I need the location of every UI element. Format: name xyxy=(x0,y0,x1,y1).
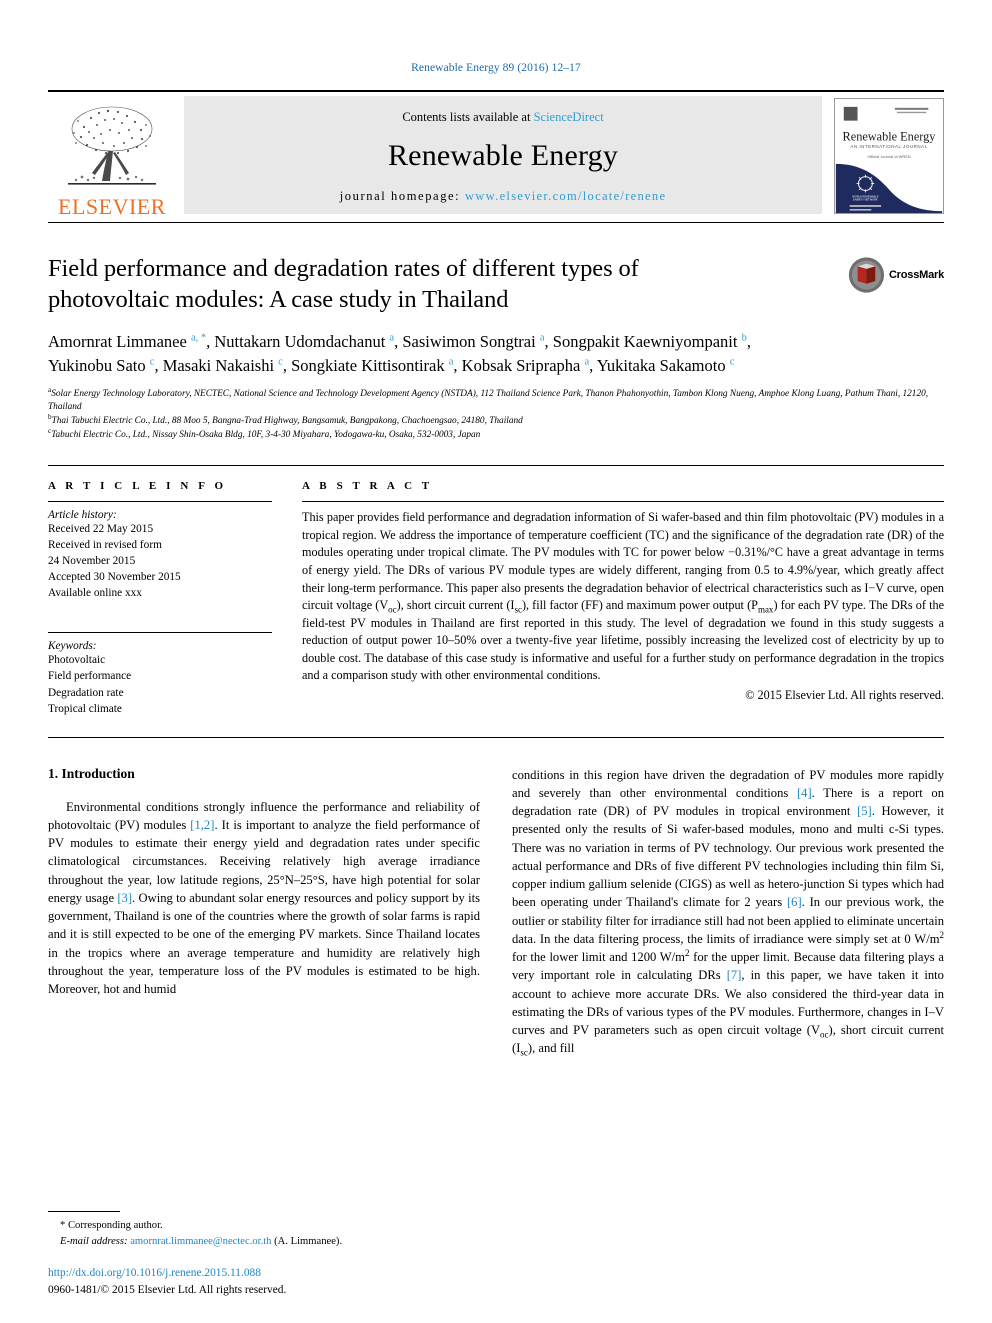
history-line: Received 22 May 2015 xyxy=(48,523,154,536)
history-line: Available online xxx xyxy=(48,587,142,600)
svg-text:Official Journal of WREN: Official Journal of WREN xyxy=(867,154,910,159)
info-abstract-section: A R T I C L E I N F O Article history: R… xyxy=(48,465,944,716)
abstract-heading: A B S T R A C T xyxy=(302,480,433,493)
crossmark-icon xyxy=(848,257,885,293)
intro-paragraph-right: conditions in this region have driven th… xyxy=(512,767,945,1058)
issn-copyright-line: 0960-1481/© 2015 Elsevier Ltd. All right… xyxy=(48,1284,287,1297)
article-info-heading: A R T I C L E I N F O xyxy=(48,480,227,493)
abstract-body: This paper provides field performance an… xyxy=(302,510,944,683)
journal-band: Contents lists available at ScienceDirec… xyxy=(184,96,822,214)
footnote-block: * Corresponding author. E-mail address: … xyxy=(48,1211,480,1299)
body-columns: 1. Introduction Environmental conditions… xyxy=(48,766,944,1058)
keywords-label: Keywords: xyxy=(48,640,97,653)
history-line: 24 November 2015 xyxy=(48,555,136,568)
email-suffix: (A. Limmanee). xyxy=(274,1235,343,1247)
svg-text:ENERGY NETWORK: ENERGY NETWORK xyxy=(853,198,878,202)
affiliation-c-text: Tabuchi Electric Co., Ltd., Nissay Shin-… xyxy=(51,430,481,441)
email-line: E-mail address: amornrat.limmanee@nectec… xyxy=(48,1234,480,1249)
elsevier-logo: ELSEVIER xyxy=(48,92,176,220)
body-column-left: 1. Introduction Environmental conditions… xyxy=(48,766,480,1058)
keyword-item: Field performance xyxy=(48,670,132,683)
affiliation-a: aSolar Energy Technology Laboratory, NEC… xyxy=(48,386,944,416)
journal-cover-image: Renewable Energy AN INTERNATIONAL JOURNA… xyxy=(835,99,943,213)
crossmark-badge[interactable]: CrossMark xyxy=(848,251,944,299)
article-info-divider xyxy=(48,501,272,503)
svg-text:AN INTERNATIONAL JOURNAL: AN INTERNATIONAL JOURNAL xyxy=(850,144,927,149)
page-title: Field performance and degradation rates … xyxy=(48,255,639,314)
title-block: Field performance and degradation rates … xyxy=(48,223,944,443)
journal-homepage-line: journal homepage: www.elsevier.com/locat… xyxy=(340,189,667,204)
affiliation-b-text: Thai Tabuchi Electric Co., Ltd., 88 Moo … xyxy=(51,416,523,427)
affiliation-b: bThai Tabuchi Electric Co., Ltd., 88 Moo… xyxy=(48,414,944,429)
corresponding-author-label: Corresponding author. xyxy=(67,1220,163,1232)
section-heading-introduction: 1. Introduction xyxy=(48,765,135,781)
contents-available-line: Contents lists available at ScienceDirec… xyxy=(402,110,603,125)
elsevier-tree-icon xyxy=(68,106,156,185)
crossmark-label: CrossMark xyxy=(888,269,944,281)
corresponding-author-marker: * xyxy=(60,1220,66,1232)
keyword-item: Tropical climate xyxy=(48,702,122,715)
history-line: Accepted 30 November 2015 xyxy=(48,571,181,584)
affiliation-a-text: Solar Energy Technology Laboratory, NECT… xyxy=(48,388,929,413)
doi-link[interactable]: http://dx.doi.org/10.1016/j.renene.2015.… xyxy=(48,1265,480,1282)
history-line: Received in revised form xyxy=(48,539,162,552)
journal-homepage-link[interactable]: www.elsevier.com/locate/renene xyxy=(465,189,666,203)
contents-prefix: Contents lists available at xyxy=(402,110,534,124)
abstract-column: A B S T R A C T This paper provides fiel… xyxy=(296,480,944,716)
paper-page: Renewable Energy 89 (2016) 12–17 ELSEVIE… xyxy=(0,0,992,1323)
article-history-label: Article history: xyxy=(48,509,117,522)
abstract-bottom-divider xyxy=(48,736,944,738)
running-head: Renewable Energy 89 (2016) 12–17 xyxy=(411,62,581,74)
intro-paragraph-left: Environmental conditions strongly influe… xyxy=(48,799,480,997)
homepage-prefix: journal homepage: xyxy=(339,189,465,203)
keywords-divider xyxy=(48,632,272,634)
svg-text:Renewable Energy: Renewable Energy xyxy=(843,129,937,143)
email-label: E-mail address: xyxy=(60,1235,128,1247)
sciencedirect-link[interactable]: ScienceDirect xyxy=(534,110,604,124)
affiliation-c: cTabuchi Electric Co., Ltd., Nissay Shin… xyxy=(48,428,944,443)
doi-block: http://dx.doi.org/10.1016/j.renene.2015.… xyxy=(48,1265,480,1299)
abstract-copyright: © 2015 Elsevier Ltd. All rights reserved… xyxy=(745,687,944,702)
elsevier-wordmark: ELSEVIER xyxy=(58,194,166,219)
author-list: Amornrat Limmanee a, *, Nuttakarn Udomda… xyxy=(48,331,751,376)
affiliation-list: aSolar Energy Technology Laboratory, NEC… xyxy=(48,386,944,444)
abstract-divider xyxy=(302,501,944,503)
keyword-item: Photovoltaic xyxy=(48,654,106,667)
journal-masthead: ELSEVIER Contents lists available at Sci… xyxy=(48,90,944,220)
body-column-right: conditions in this region have driven th… xyxy=(512,766,944,1058)
keyword-item: Degradation rate xyxy=(48,686,124,699)
article-info-column: A R T I C L E I N F O Article history: R… xyxy=(48,480,296,716)
email-link[interactable]: amornrat.limmanee@nectec.or.th xyxy=(130,1236,271,1247)
journal-title: Renewable Energy xyxy=(387,139,619,172)
footnote-divider xyxy=(48,1211,120,1213)
corresponding-author-line: * Corresponding author. xyxy=(48,1218,480,1233)
journal-cover-thumbnail: Renewable Energy AN INTERNATIONAL JOURNA… xyxy=(834,98,944,214)
